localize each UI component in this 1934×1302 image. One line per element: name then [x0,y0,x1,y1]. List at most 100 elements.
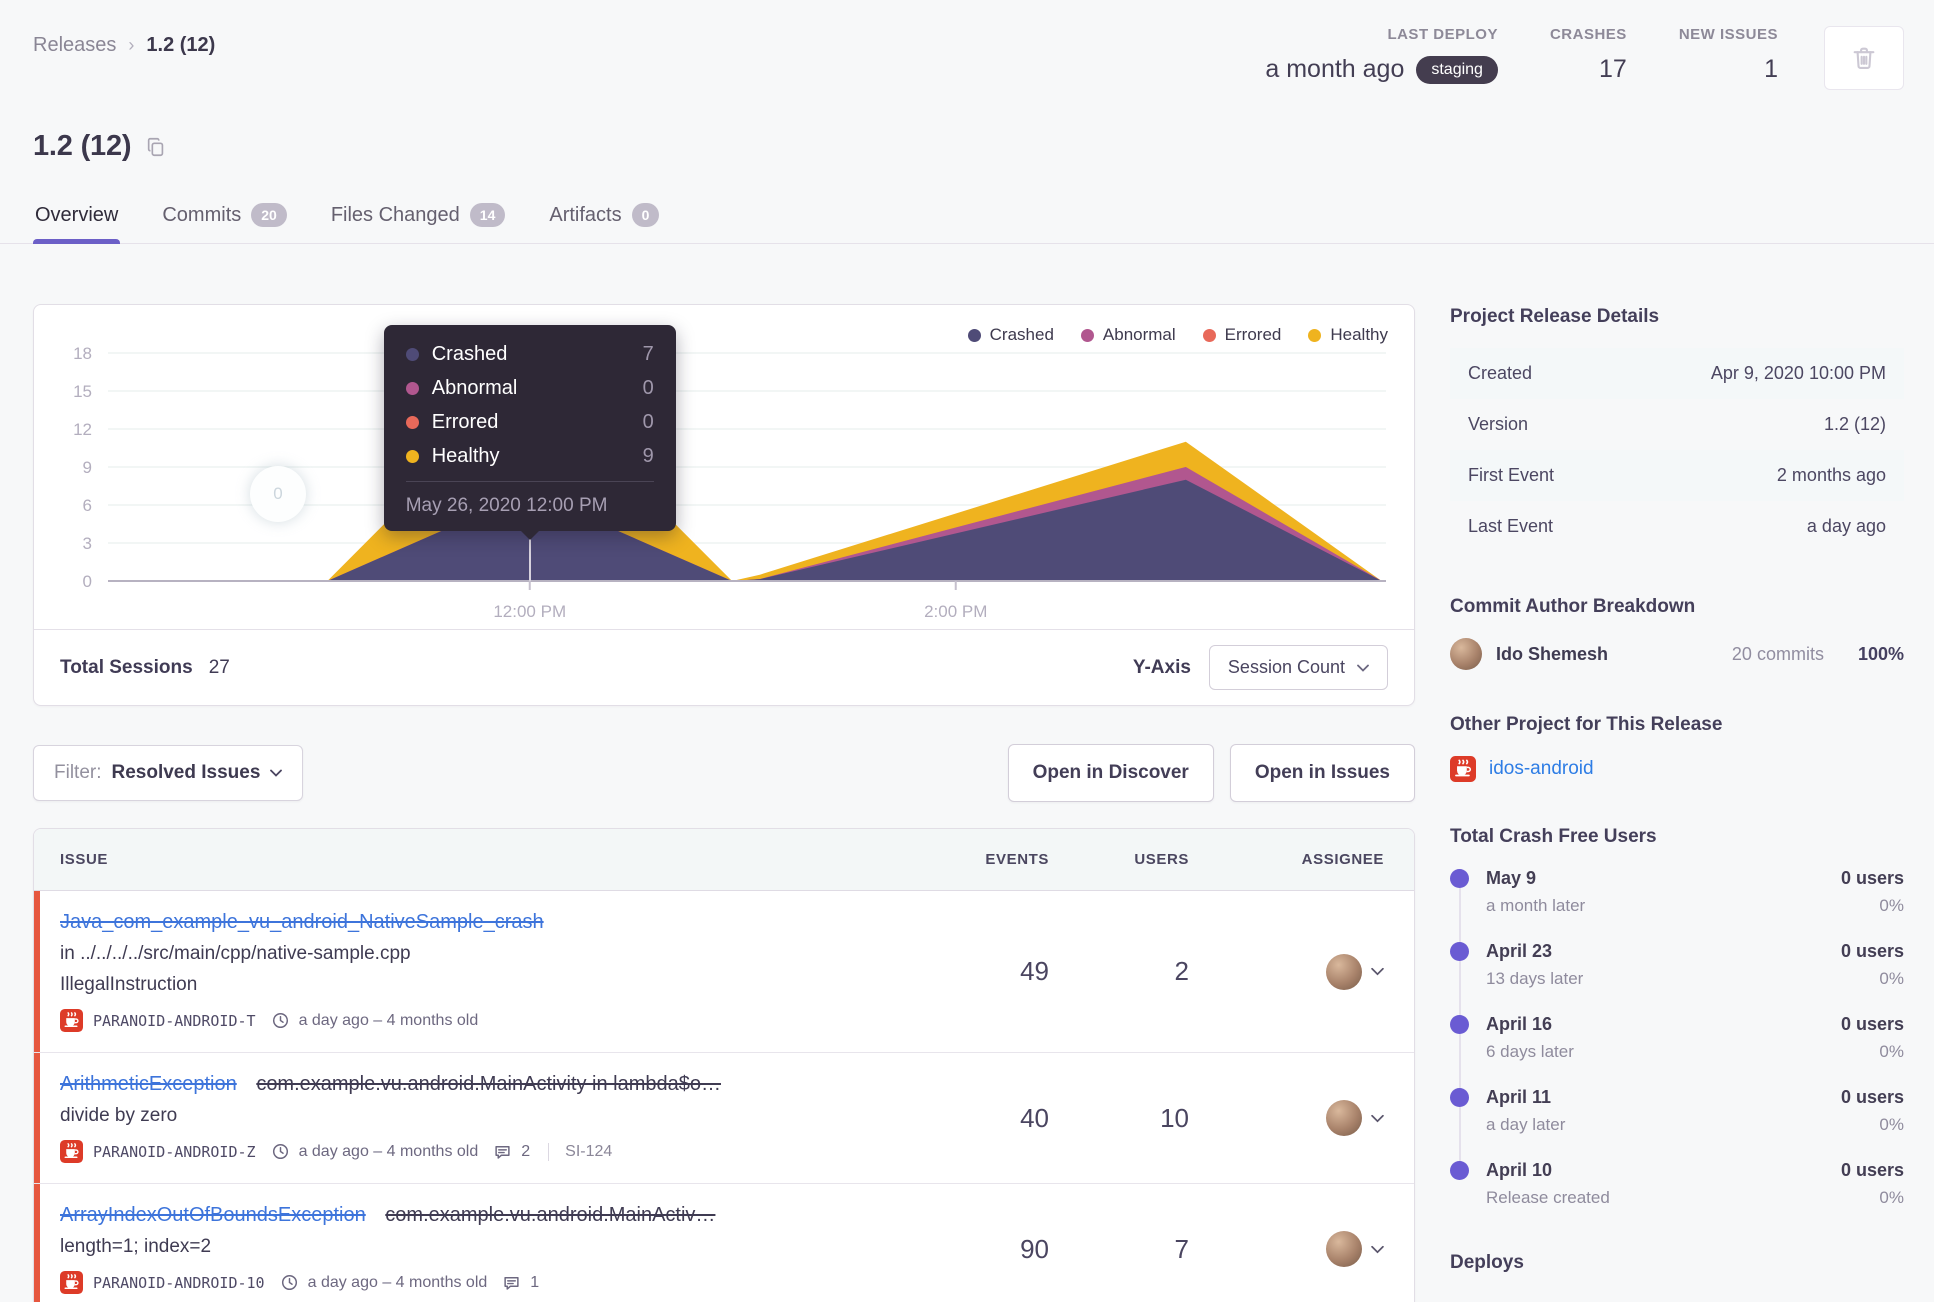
commit-author-breakdown: Commit Author Breakdown Ido Shemesh 20 c… [1450,596,1904,670]
issue-link[interactable]: ArrayIndexOutOfBoundsException [60,1204,366,1226]
other-project-link[interactable]: idos-android [1489,758,1594,780]
open-in-issues-button[interactable]: Open in Issues [1229,744,1415,802]
total-sessions: Total Sessions 27 [60,657,230,679]
legend-item-abnormal[interactable]: Abnormal [1080,325,1176,345]
project-release-details: Project Release Details Created Apr 9, 20… [1450,306,1904,552]
project-slug[interactable]: PARANOID-ANDROID-Z [93,1143,256,1161]
sessions-area-chart[interactable]: 0 3 6 9 12 15 18 12:00 PM 2:00 PM [50,311,1398,629]
tooltip-timestamp: May 26, 2020 12:00 PM [405,481,654,517]
comments-count: 1 [530,1273,540,1291]
tooltip-crashed-value: 7 [642,343,654,365]
list-item: April 16 6 days later 0 users 0% [1450,1014,1904,1062]
tab-files-changed[interactable]: Files Changed 14 [329,195,508,243]
stat-crashes: CRASHES 17 [1550,26,1627,84]
timeline-dot-icon [1450,1088,1469,1107]
assignee-avatar[interactable] [1326,953,1362,990]
detail-row-version: Version 1.2 (12) [1468,414,1886,434]
section-heading: Deploys [1450,1252,1524,1273]
section-heading: Other Project for This Release [1450,714,1723,735]
tab-artifacts-label: Artifacts [549,203,622,226]
healthy-dot-icon [405,450,419,463]
table-row: Java_com_example_vu_android_NativeSample… [34,891,1414,1053]
yaxis-select[interactable]: Session Count [1208,645,1388,690]
chart-legend: Crashed Abnormal Errored Healthy [967,325,1388,345]
stat-last-deploy-value: a month ago [1265,55,1405,83]
detail-row-first-event: First Event 2 months ago [1450,450,1904,501]
svg-text:0: 0 [83,572,92,591]
unresolved-level-indicator [34,891,40,1052]
chevron-down-icon[interactable] [1371,1114,1384,1123]
total-crash-free-users: Total Crash Free Users May 9a month late… [1450,826,1904,1208]
svg-text:3: 3 [83,534,92,553]
issue-users-count: 7 [1174,1233,1189,1264]
project-slug[interactable]: PARANOID-ANDROID-10 [93,1274,265,1292]
svg-text:6: 6 [83,496,92,515]
open-in-discover-button[interactable]: Open in Discover [1007,744,1214,802]
tab-commits[interactable]: Commits 20 [160,195,288,243]
clock-icon [281,1274,298,1291]
assignee-avatar[interactable] [1326,1100,1362,1136]
issues-table: ISSUE EVENTS USERS ASSIGNEE Java_com_exa… [33,828,1415,1302]
environment-badge: staging [1416,55,1498,84]
tab-overview-label: Overview [35,203,119,226]
column-assignee: ASSIGNEE [1301,851,1384,868]
tab-files-changed-count-badge: 14 [469,203,506,227]
deploys-section: Deploys [1450,1252,1904,1274]
issue-culprit: com.example.vu.android.MainActivity in l… [256,1073,721,1095]
timeline-dot-icon [1450,1161,1469,1180]
tab-overview[interactable]: Overview [33,195,121,244]
comments-count: 2 [521,1142,531,1160]
tab-artifacts[interactable]: Artifacts 0 [547,195,661,243]
chevron-right-icon: › [128,35,135,55]
breadcrumb: Releases › 1.2 (12) [33,26,215,57]
chevron-down-icon[interactable] [1371,967,1384,976]
stat-new-issues-value: 1 [1764,55,1778,83]
trash-icon [1850,44,1878,72]
legend-item-errored[interactable]: Errored [1202,325,1281,345]
legend-item-crashed[interactable]: Crashed [967,325,1054,345]
chevron-down-icon[interactable] [1371,1245,1384,1254]
issue-events-count: 49 [1020,956,1049,986]
svg-text:12: 12 [73,420,92,439]
project-icon [60,1140,83,1163]
list-item: April 23 13 days later 0 users 0% [1450,941,1904,989]
release-sidebar: Project Release Details Created Apr 9, 20… [1450,304,1904,1302]
crashed-dot-icon [405,348,419,361]
issue-link[interactable]: ArithmeticException [60,1073,237,1095]
linked-ticket[interactable]: SI-124 [548,1142,612,1161]
unresolved-level-indicator [34,1053,40,1183]
table-row: ArithmeticException com.example.vu.andro… [34,1053,1414,1184]
tooltip-abnormal-value: 0 [642,377,654,399]
breadcrumb-current: 1.2 (12) [146,34,216,56]
section-heading: Commit Author Breakdown [1450,596,1696,617]
timeline-dot-icon [1450,942,1469,961]
detail-row-created: Created Apr 9, 2020 10:00 PM [1450,348,1904,399]
chart-zero-marker: 0 [250,466,306,522]
breadcrumb-releases-link[interactable]: Releases [33,34,116,57]
svg-text:12:00 PM: 12:00 PM [493,602,566,621]
tab-commits-count-badge: 20 [251,203,287,227]
healthy-dot-icon [1308,328,1322,342]
tab-commits-label: Commits [162,203,242,226]
page-title: 1.2 (12) [33,130,132,162]
issue-link[interactable]: Java_com_example_vu_android_NativeSample… [60,911,544,933]
copy-version-button[interactable] [145,136,167,158]
delete-release-button[interactable] [1824,26,1904,90]
project-icon [60,1271,83,1294]
clock-icon [272,1143,289,1160]
legend-healthy-label: Healthy [1330,325,1388,344]
assignee-avatar[interactable] [1326,1231,1362,1267]
legend-item-healthy[interactable]: Healthy [1308,325,1388,345]
clock-icon [272,1012,289,1029]
section-heading: Project Release Details [1450,306,1660,327]
issues-filter-dropdown[interactable]: Filter: Resolved Issues [33,745,304,801]
table-row: ArrayIndexOutOfBoundsException com.examp… [34,1184,1414,1302]
crashed-dot-icon [967,328,981,342]
chevron-down-icon [270,769,283,777]
issue-age: a day ago – 4 months old [298,1142,479,1160]
issue-users-count: 2 [1174,956,1189,986]
list-item: April 11 a day later 0 users 0% [1450,1087,1904,1135]
release-tabs: Overview Commits 20 Files Changed 14 Art… [0,195,1934,244]
project-icon [60,1009,83,1032]
project-slug[interactable]: PARANOID-ANDROID-T [93,1012,256,1030]
